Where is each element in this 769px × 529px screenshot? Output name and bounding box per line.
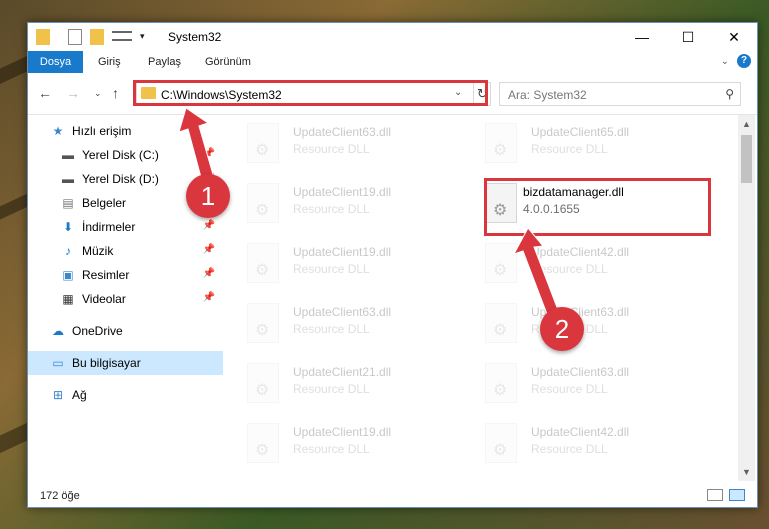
step-1-badge: 1: [186, 174, 230, 218]
annotation-arrows: [178, 107, 559, 315]
arrow-2-icon: [512, 227, 559, 315]
arrow-1-icon: [178, 107, 215, 182]
step-2-badge: 2: [540, 307, 584, 351]
